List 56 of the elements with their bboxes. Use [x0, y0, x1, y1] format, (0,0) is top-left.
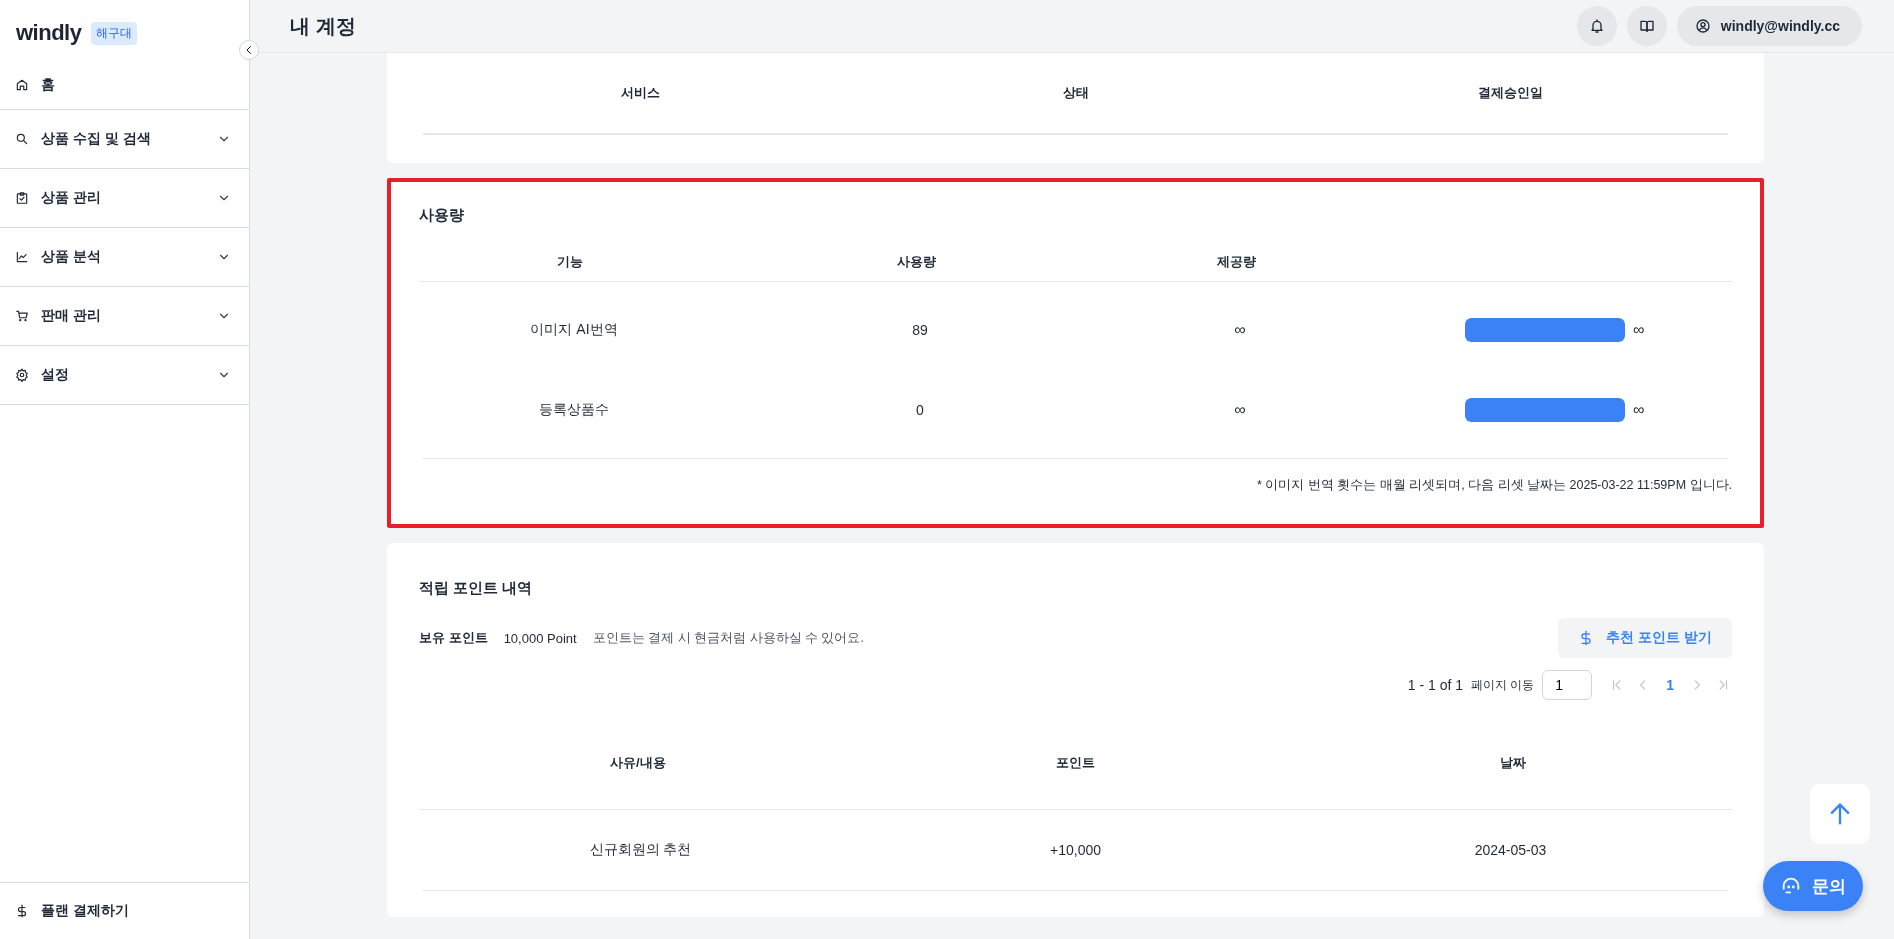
column-header: 기능: [556, 253, 584, 271]
table-cell-text: 등록상품수: [538, 401, 610, 419]
settings-icon: [15, 368, 29, 382]
contact-button[interactable]: 문의: [1763, 861, 1863, 911]
table-cell-text: ∞: [1233, 401, 1247, 419]
clipboard-check-icon: [15, 191, 29, 205]
table-cell-text: +10,000: [1049, 842, 1102, 858]
notifications-button[interactable]: [1576, 6, 1617, 46]
dollar-icon: [15, 904, 29, 918]
table-cell-text: 89: [911, 322, 929, 338]
nav-item[interactable]: 상품 분석: [0, 228, 249, 287]
page-range: 1 - 1 of 1: [1407, 677, 1463, 693]
column-header: 사유/내용: [609, 753, 667, 772]
balance-value: 10,000 Point: [503, 630, 577, 646]
points-hint: 포인트는 결제 시 현금처럼 사용하실 수 있어요.: [592, 629, 864, 647]
page-number[interactable]: 1: [1660, 675, 1680, 695]
bell-icon: [1588, 18, 1605, 34]
cart-icon: [15, 309, 29, 323]
column-header: 서비스: [620, 84, 661, 102]
column-header: 사용량: [895, 253, 937, 271]
table-cell-text: 신규회원의 추천: [588, 841, 693, 859]
nav-item[interactable]: 상품 관리: [0, 169, 249, 228]
column-header: 제공량: [1215, 253, 1257, 271]
limit-label: ∞: [1633, 321, 1645, 339]
section-title: 적립 포인트 내역: [419, 578, 534, 598]
nav-item[interactable]: 설정: [0, 346, 249, 405]
plan-payment-link[interactable]: 플랜 결제하기: [0, 882, 249, 939]
nav-item[interactable]: 판매 관리: [0, 287, 249, 346]
search-icon: [15, 132, 29, 146]
home-icon: [15, 77, 29, 92]
page-jump-label: 페이지 이동: [1471, 677, 1535, 693]
balance-label: 보유 포인트: [419, 629, 488, 647]
reset-note: * 이미지 번역 횟수는 매월 리셋되며, 다음 리셋 날짜는 2025-03-22 11:59PM 입니다.: [1255, 477, 1732, 494]
region-badge: 해구대: [91, 21, 138, 45]
line-chart-icon: [15, 250, 29, 264]
column-header: 날짜: [1499, 753, 1528, 772]
column-header: 상태: [1061, 84, 1090, 102]
table-cell-text: 이미지 AI번역: [529, 321, 619, 339]
guide-button[interactable]: [1626, 6, 1667, 46]
account-button[interactable]: windly@windly.cc: [1676, 6, 1862, 46]
user-circle-icon: [1694, 18, 1711, 34]
book-icon: [1638, 18, 1655, 34]
page-title: 내 계정: [290, 13, 356, 39]
column-header: 결제승인일: [1477, 84, 1544, 102]
nav-item[interactable]: 홈: [0, 60, 249, 110]
limit-label: ∞: [1633, 401, 1645, 419]
windly-logo: windly: [16, 20, 82, 46]
table-cell-text: ∞: [1233, 321, 1247, 339]
scroll-top-button[interactable]: [1810, 784, 1870, 844]
nav-item[interactable]: 상품 수집 및 검색: [0, 110, 249, 169]
table-cell-text: 2024-05-03: [1473, 842, 1548, 858]
section-title: 사용량: [419, 205, 465, 225]
table-cell-text: 0: [915, 402, 925, 418]
page-jump-field[interactable]: 1: [1542, 670, 1593, 700]
column-header: 포인트: [1055, 753, 1096, 772]
collapse-button[interactable]: [239, 40, 259, 60]
